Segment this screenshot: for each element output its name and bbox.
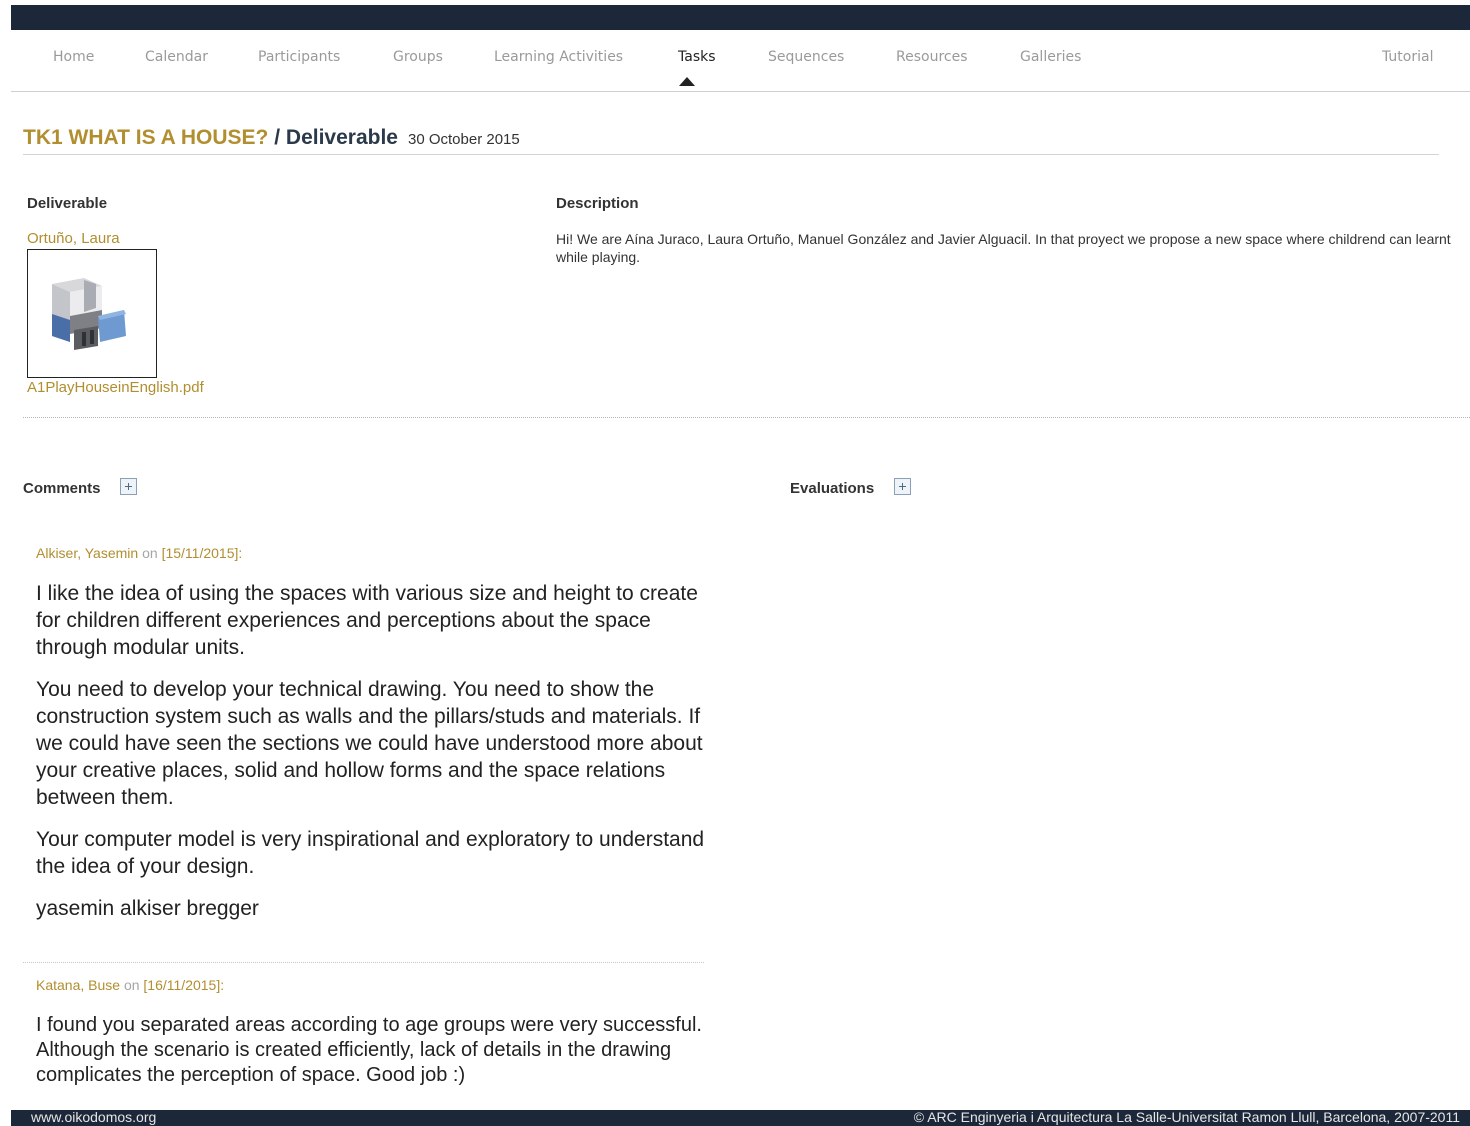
comment-paragraph: yasemin alkiser bregger <box>36 897 259 920</box>
comment-date: [16/11/2015]: <box>143 977 225 993</box>
nav-sequences[interactable]: Sequences <box>768 49 844 65</box>
comment-body: I found you separated areas according to… <box>36 1013 716 1103</box>
nav-resources[interactable]: Resources <box>896 49 968 65</box>
comments-heading: Comments <box>23 480 101 497</box>
house-model-icon <box>52 278 126 350</box>
deliverable-author-link[interactable]: Ortuño, Laura <box>27 230 120 247</box>
nav-home[interactable]: Home <box>53 49 94 65</box>
nav-calendar[interactable]: Calendar <box>145 49 208 65</box>
page-title: TK1 WHAT IS A HOUSE? / Deliverable 30 Oct… <box>23 126 1439 155</box>
nav-tasks[interactable]: Tasks <box>678 49 716 65</box>
title-separator: / <box>268 126 286 149</box>
top-bar <box>11 5 1470 30</box>
comment-meta: Katana, Buse on [16/11/2015]: <box>36 977 224 993</box>
comment-divider <box>23 962 704 963</box>
title-date: 30 October 2015 <box>407 131 520 148</box>
task-title-link[interactable]: TK1 WHAT IS A HOUSE? <box>23 126 268 149</box>
comment-date: [15/11/2015]: <box>161 545 243 561</box>
deliverable-file-link[interactable]: A1PlayHouseinEnglish.pdf <box>27 379 204 396</box>
comment-meta: Alkiser, Yasemin on [15/11/2015]: <box>36 545 242 561</box>
add-evaluation-button[interactable] <box>894 478 911 495</box>
add-comment-button[interactable] <box>120 478 137 495</box>
nav-participants[interactable]: Participants <box>258 49 340 65</box>
comment-paragraph: I like the idea of using the spaces with… <box>36 582 698 659</box>
nav-learning-activities[interactable]: Learning Activities <box>494 49 623 65</box>
section-divider <box>23 417 1470 418</box>
nav-tutorial[interactable]: Tutorial <box>1382 49 1433 65</box>
footer-site-link[interactable]: www.oikodomos.org <box>31 1110 156 1125</box>
comment-on: on <box>123 977 140 993</box>
nav-galleries[interactable]: Galleries <box>1020 49 1081 65</box>
deliverable-thumbnail[interactable] <box>27 249 157 378</box>
comment-paragraph: I found you separated areas according to… <box>36 1014 702 1086</box>
description-text: Hi! We are Aína Juraco, Laura Ortuño, Ma… <box>556 231 1451 265</box>
comment-author-link[interactable]: Alkiser, Yasemin <box>36 545 138 561</box>
comment-paragraph: Your computer model is very inspirationa… <box>36 828 705 878</box>
deliverable-heading: Deliverable <box>27 195 108 212</box>
nav-groups[interactable]: Groups <box>393 49 443 65</box>
description-heading: Description <box>556 195 639 212</box>
comment-paragraph: You need to develop your technical drawi… <box>36 678 703 809</box>
active-tab-caret-icon <box>679 77 695 86</box>
footer-copyright: © ARC Enginyeria i Arquitectura La Salle… <box>913 1110 1460 1125</box>
comment-author-link[interactable]: Katana, Buse <box>36 977 120 993</box>
comment-on: on <box>142 545 158 561</box>
evaluations-heading: Evaluations <box>790 480 875 497</box>
page-title-text: Deliverable <box>285 126 398 149</box>
footer-bar: www.oikodomos.org © ARC Enginyeria i Arq… <box>11 1110 1470 1126</box>
main-nav: Home Calendar Participants Groups Learni… <box>11 30 1470 92</box>
comment-body: I like the idea of using the spaces with… <box>36 580 716 937</box>
